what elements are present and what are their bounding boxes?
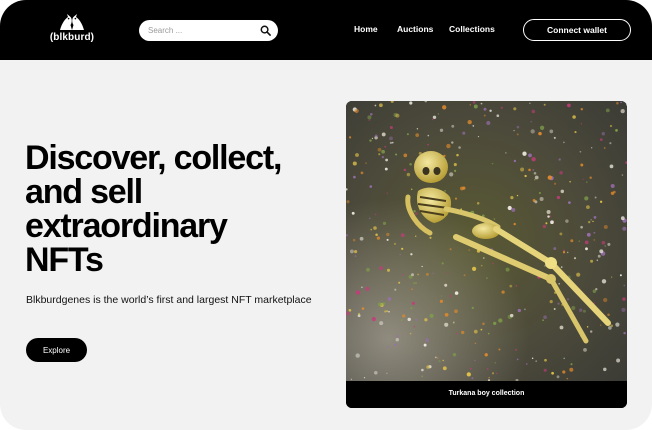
collection-caption[interactable]: Turkana boy collection	[346, 390, 627, 397]
hero-headline: Discover, collect, and sell extraordinar…	[25, 141, 325, 277]
headline-line: Discover, collect,	[25, 139, 282, 177]
app-window: (blkburd) Home Auctions Collections Conn…	[0, 0, 652, 430]
nav-collections-link[interactable]: Collections	[449, 24, 495, 34]
headline-line: NFTs	[25, 241, 104, 279]
top-nav-bar: (blkburd) Home Auctions Collections Conn…	[0, 0, 652, 60]
featured-nft-card[interactable]: Turkana boy collection	[346, 101, 627, 408]
nav-auctions-link[interactable]: Auctions	[397, 24, 433, 34]
logo-text: (blkburd)	[49, 32, 95, 43]
headline-line: and sell	[25, 173, 143, 211]
connect-wallet-button[interactable]: Connect wallet	[523, 19, 631, 41]
search-icon[interactable]	[260, 25, 271, 36]
explore-button[interactable]: Explore	[26, 338, 87, 362]
search-input[interactable]	[148, 23, 258, 38]
caption-bar: Turkana boy collection	[346, 381, 627, 408]
hero-subtitle: Blkburdgenes is the world’s first and la…	[26, 294, 312, 306]
nav-home-link[interactable]: Home	[354, 24, 378, 34]
nft-artwork-image	[346, 101, 627, 381]
search-box[interactable]	[139, 20, 278, 41]
two-birds-icon	[60, 14, 84, 30]
headline-line: extraordinary	[25, 207, 228, 245]
brand-logo[interactable]: (blkburd)	[44, 14, 100, 46]
